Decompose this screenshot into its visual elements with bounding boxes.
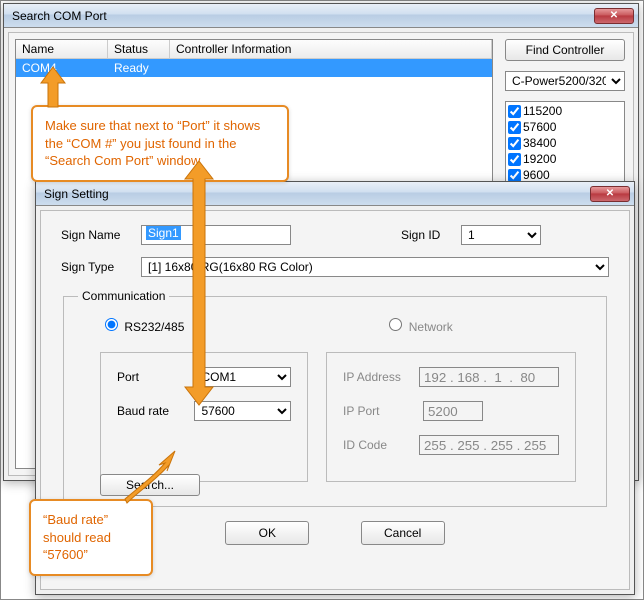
- radio-row: RS232/485 Network: [100, 315, 592, 334]
- baud-checkbox[interactable]: [508, 137, 521, 150]
- cancel-button[interactable]: Cancel: [361, 521, 445, 545]
- ok-button[interactable]: OK: [225, 521, 309, 545]
- cell-info: [170, 59, 492, 77]
- col-info[interactable]: Controller Information: [170, 40, 492, 58]
- cell-status: Ready: [108, 59, 170, 77]
- table-header: Name Status Controller Information: [16, 40, 492, 59]
- baud-option[interactable]: 57600: [508, 119, 622, 135]
- find-controller-button[interactable]: Find Controller: [505, 39, 625, 61]
- baud-option[interactable]: 38400: [508, 135, 622, 151]
- radio-network[interactable]: Network: [384, 315, 452, 334]
- titlebar[interactable]: Search COM Port ✕: [4, 4, 638, 28]
- radio-network-input[interactable]: [389, 318, 402, 331]
- callout-port-hint: Make sure that next to “Port” it shows t…: [31, 105, 289, 182]
- label-ip-address: IP Address: [343, 370, 409, 384]
- arrow-icon: [41, 67, 65, 107]
- controller-select[interactable]: C-Power5200/3200: [505, 71, 625, 91]
- label-port: Port: [117, 370, 184, 384]
- sign-id-select[interactable]: 1: [461, 225, 541, 245]
- baud-option[interactable]: 19200: [508, 151, 622, 167]
- col-name[interactable]: Name: [16, 40, 108, 58]
- sign-name-value: Sign1: [146, 226, 181, 240]
- label-baud: Baud rate: [117, 404, 184, 418]
- sign-name-field[interactable]: Sign1: [141, 225, 291, 245]
- label-sign-name: Sign Name: [61, 228, 131, 242]
- close-icon[interactable]: ✕: [594, 8, 634, 24]
- label-ip-port: IP Port: [343, 404, 413, 418]
- row-sign-name: Sign Name Sign1 Sign ID 1: [61, 225, 609, 245]
- arrow-icon: [185, 161, 213, 405]
- label-sign-id: Sign ID: [401, 228, 451, 242]
- communication-legend: Communication: [78, 289, 169, 303]
- window-title: Sign Setting: [44, 187, 590, 201]
- find-controller-label: Find Controller: [526, 43, 605, 57]
- label-sign-type: Sign Type: [61, 260, 131, 274]
- baud-checkbox[interactable]: [508, 153, 521, 166]
- network-box: IP Address IP Port ID Code: [326, 352, 576, 482]
- baud-checkbox[interactable]: [508, 105, 521, 118]
- col-status[interactable]: Status: [108, 40, 170, 58]
- ip-port-field: [423, 401, 483, 421]
- table-row[interactable]: COM4 Ready: [16, 59, 492, 77]
- baud-checkbox-list[interactable]: 115200 57600 38400 19200 9600: [505, 101, 625, 193]
- callout-baud-hint: “Baud rate” should read “57600”: [29, 499, 153, 576]
- baud-checkbox[interactable]: [508, 121, 521, 134]
- row-sign-type: Sign Type [1] 16x80 RG(16x80 RG Color): [61, 257, 609, 277]
- radio-rs232-input[interactable]: [105, 318, 118, 331]
- arrow-icon: [125, 451, 175, 503]
- label-id-code: ID Code: [343, 438, 409, 452]
- close-icon[interactable]: ✕: [590, 186, 630, 202]
- id-code-field: [419, 435, 559, 455]
- baud-option[interactable]: 115200: [508, 103, 622, 119]
- radio-rs232[interactable]: RS232/485: [100, 315, 184, 334]
- ip-address-field: [419, 367, 559, 387]
- window-title: Search COM Port: [12, 9, 594, 23]
- titlebar[interactable]: Sign Setting ✕: [36, 182, 634, 206]
